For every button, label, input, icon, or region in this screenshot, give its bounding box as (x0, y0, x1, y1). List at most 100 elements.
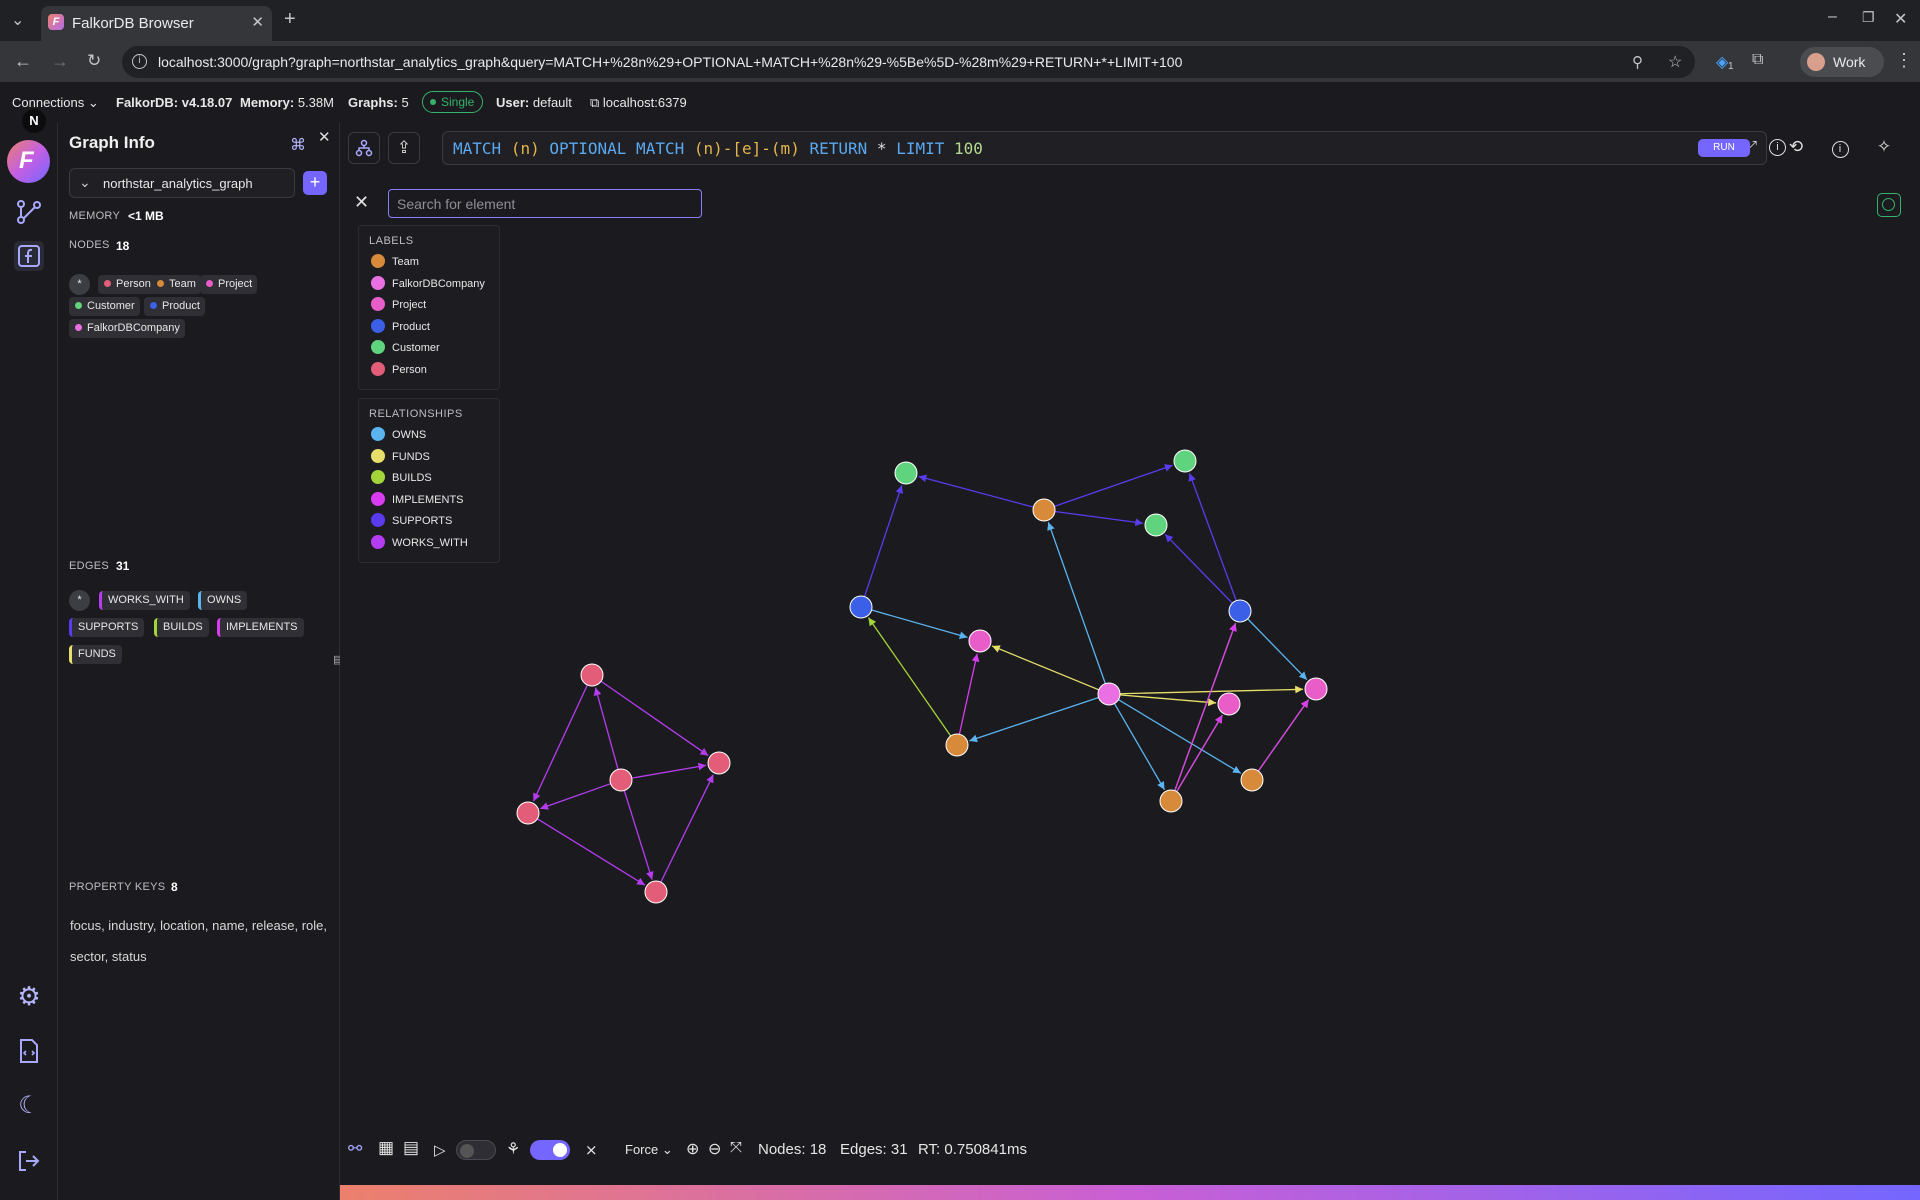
extensions-puzzle-icon[interactable]: ⧉ (1752, 51, 1763, 69)
table-view-icon[interactable]: ▦ (378, 1138, 394, 1158)
graph-node[interactable] (1032, 498, 1056, 522)
legend-rel-builds[interactable]: BUILDS (371, 470, 432, 484)
extension-icon[interactable]: ◈ (1716, 52, 1728, 72)
legend-label-falkordbcompany[interactable]: FalkorDBCompany (371, 275, 485, 290)
close-search-icon[interactable]: ✕ (354, 192, 369, 213)
graph-node[interactable] (1173, 449, 1197, 473)
legend-label-customer[interactable]: Customer (371, 340, 440, 354)
graph-node[interactable] (945, 733, 969, 757)
animation-toggle[interactable] (456, 1140, 496, 1160)
minimize-icon[interactable]: – (1828, 8, 1837, 26)
legend-rel-supports[interactable]: SUPPORTS (371, 513, 452, 527)
back-icon[interactable]: ← (14, 51, 32, 72)
node-label-chip-project[interactable]: Project (200, 275, 258, 294)
query-text[interactable]: MATCH (n) OPTIONAL MATCH (n)-[e]-(m) RET… (453, 139, 983, 158)
restore-icon[interactable]: ❐ (1862, 9, 1875, 26)
edge-label-chip-funds[interactable]: FUNDS (69, 645, 122, 664)
browser-tab[interactable]: F FalkorDB Browser ✕ (41, 6, 272, 41)
graph-edge[interactable] (871, 609, 968, 640)
all-edges-chip[interactable]: * (69, 590, 90, 611)
connections-dropdown[interactable]: Connections ⌄ (12, 95, 99, 111)
graph-node[interactable] (1304, 677, 1328, 701)
captions-off-icon[interactable]: ⨯ (585, 1141, 598, 1159)
graph-edge[interactable] (532, 684, 588, 802)
graph-edge[interactable] (1113, 703, 1166, 791)
graph-view-tab-icon[interactable]: ⚯ (348, 1139, 362, 1159)
node-label-chip-customer[interactable]: Customer (69, 297, 140, 316)
legend-rel-works_with[interactable]: WORKS_WITH (371, 534, 468, 549)
edge-label-chip-implements[interactable]: IMPLEMENTS (217, 618, 304, 637)
graph-edge[interactable] (958, 653, 980, 735)
falkordb-logo[interactable]: F (7, 140, 50, 183)
zoom-icon[interactable]: ⚲ (1632, 53, 1643, 71)
edge-label-chip-owns[interactable]: OWNS (198, 591, 248, 610)
graph-view-icon[interactable] (14, 197, 44, 227)
graph-edge[interactable] (1054, 464, 1173, 508)
legend-rel-funds[interactable]: FUNDS (371, 448, 430, 463)
graph-edge[interactable] (1119, 694, 1217, 707)
graph-node[interactable] (516, 801, 540, 825)
new-tab-icon[interactable]: + (284, 8, 296, 31)
node-label-chip-falkordbcompany[interactable]: FalkorDBCompany (69, 319, 185, 338)
layout-select[interactable]: Force ⌄ (625, 1142, 673, 1158)
graph-node[interactable] (609, 768, 633, 792)
graph-node[interactable] (1240, 768, 1264, 792)
tab-search-chevron-icon[interactable]: ⌄ (11, 10, 24, 30)
graph-node[interactable] (1159, 789, 1183, 813)
graph-node[interactable] (1097, 682, 1121, 706)
add-graph-button[interactable]: + (303, 171, 327, 195)
edge-label-chip-builds[interactable]: BUILDS (154, 618, 209, 637)
graph-edge[interactable] (1054, 510, 1144, 527)
graph-node[interactable] (849, 595, 873, 619)
graph-node[interactable] (707, 751, 731, 775)
legend-label-person[interactable]: Person (371, 361, 427, 376)
play-animation-icon[interactable]: ▷ (434, 1141, 446, 1159)
theme-moon-icon[interactable]: ☾ (14, 1091, 44, 1121)
graph-edge[interactable] (991, 645, 1100, 691)
fit-to-screen-icon[interactable]: ⤧ (730, 1139, 742, 1156)
api-docs-icon[interactable] (14, 1036, 44, 1066)
graph-edge[interactable] (623, 790, 654, 880)
graph-node[interactable] (644, 880, 668, 904)
graph-edge[interactable] (863, 485, 904, 597)
graph-node[interactable] (1228, 599, 1252, 623)
graph-canvas[interactable] (340, 123, 1920, 1183)
graph-edge[interactable] (631, 762, 707, 779)
legend-rel-owns[interactable]: OWNS (371, 427, 426, 441)
graph-edge[interactable] (537, 818, 646, 886)
legend-rel-implements[interactable]: IMPLEMENTS (371, 491, 464, 506)
element-search-input[interactable] (388, 189, 702, 218)
schema-icon[interactable]: ⌘ (290, 135, 306, 155)
graph-edge[interactable] (1257, 699, 1310, 772)
reload-icon[interactable]: ↻ (87, 51, 101, 71)
edge-label-chip-supports[interactable]: SUPPORTS (69, 618, 145, 637)
graph-node[interactable] (580, 663, 604, 687)
graph-select[interactable]: ⌄ northstar_analytics_graph (69, 168, 295, 198)
url-bar[interactable]: i localhost:3000/graph?graph=northstar_a… (122, 46, 1695, 78)
graph-edge[interactable] (1176, 714, 1223, 792)
ai-chat-sparkle-icon[interactable]: ✧ (1868, 132, 1900, 164)
profile-button[interactable]: Work (1800, 47, 1884, 77)
edge-label-chip-works_with[interactable]: WORKS_WITH (99, 591, 190, 610)
zoom-in-icon[interactable]: ⊕ (686, 1139, 699, 1159)
graph-node[interactable] (1217, 692, 1241, 716)
cooldown-toggle[interactable] (530, 1140, 570, 1160)
graph-node[interactable] (1144, 513, 1168, 537)
node-label-chip-person[interactable]: Person (98, 275, 156, 294)
functions-icon[interactable] (14, 241, 44, 271)
graph-edge[interactable] (1047, 522, 1106, 684)
graph-edge[interactable] (593, 687, 619, 770)
cooldown-icon[interactable]: ⚘ (506, 1139, 520, 1159)
graph-edge[interactable] (1164, 533, 1233, 604)
close-panel-icon[interactable]: ✕ (318, 128, 331, 146)
node-label-chip-product[interactable]: Product (144, 297, 205, 316)
forward-icon[interactable]: → (51, 51, 69, 72)
graph-edge[interactable] (600, 680, 709, 757)
graph-edge[interactable] (540, 783, 611, 810)
graph-node[interactable] (894, 461, 918, 485)
run-button[interactable]: RUN (1698, 139, 1750, 157)
graph-edge[interactable] (1247, 618, 1308, 681)
zoom-out-icon[interactable]: ⊖ (708, 1139, 721, 1159)
info-icon[interactable]: i (1824, 132, 1856, 164)
graph-edge[interactable] (660, 774, 714, 883)
